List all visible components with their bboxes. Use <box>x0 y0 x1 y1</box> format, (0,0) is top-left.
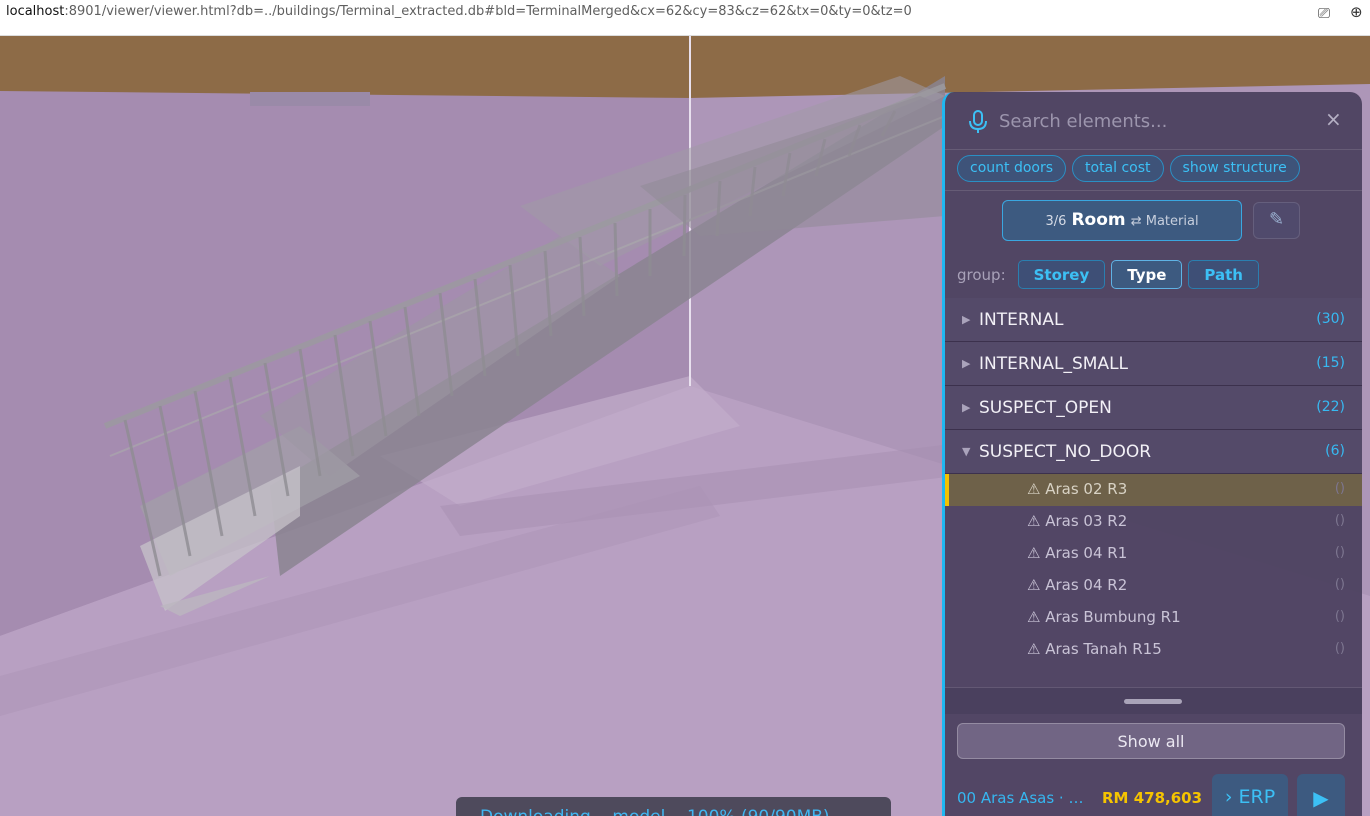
cast-icon[interactable]: ⎚ <box>1318 4 1330 22</box>
item-count: () <box>1334 481 1345 496</box>
microphone-icon[interactable] <box>967 110 989 134</box>
tree-item[interactable]: ⚠ Aras Tanah R15 () <box>945 634 1362 666</box>
mode-alternate: ⇄ Material <box>1130 214 1199 229</box>
item-count: () <box>1334 609 1345 624</box>
item-label: ⚠ Aras Bumbung R1 <box>1027 608 1181 626</box>
search-input[interactable] <box>999 106 1299 136</box>
tree-item[interactable]: ⚠ Aras 04 R2 () <box>945 570 1362 602</box>
item-count: () <box>1334 577 1345 592</box>
tree-item[interactable]: ⚠ Aras 04 R1 () <box>945 538 1362 570</box>
mode-counter: 3/6 <box>1045 214 1067 229</box>
mode-toggle-button[interactable]: 3/6 Room ⇄ Material <box>1002 200 1242 241</box>
expand-arrow-icon: ▶ <box>962 313 971 326</box>
resize-handle[interactable] <box>1124 699 1182 704</box>
group-count: (22) <box>1316 399 1345 415</box>
element-tree: ▶ INTERNAL (30) ▶ INTERNAL_SMALL (15) ▶ … <box>945 298 1362 666</box>
url-path: :8901/viewer/viewer.html?db=../buildings… <box>64 4 912 19</box>
group-path-button[interactable]: Path <box>1188 260 1259 289</box>
group-name: INTERNAL_SMALL <box>979 354 1129 374</box>
chip-total-cost[interactable]: total cost <box>1072 155 1164 182</box>
show-all-button[interactable]: Show all <box>957 723 1345 759</box>
item-label: ⚠ Aras 04 R1 <box>1027 544 1128 562</box>
group-count: (15) <box>1316 355 1345 371</box>
play-icon[interactable]: ▶ <box>1297 774 1345 816</box>
item-label: ⚠ Aras 03 R2 <box>1027 512 1128 530</box>
quick-query-chips: count doors total cost show structure <box>957 155 1300 182</box>
item-label: ⚠ Aras Tanah R15 <box>1027 640 1162 658</box>
tree-item[interactable]: ⚠ Aras Bumbung R1 () <box>945 602 1362 634</box>
item-count: () <box>1334 513 1345 528</box>
browser-address-bar[interactable]: localhost:8901/viewer/viewer.html?db=../… <box>0 0 1370 36</box>
loading-status-toast: Downloading... model... 100% (90/90MB) <box>456 797 891 816</box>
tree-group-suspect-no-door[interactable]: ▼ SUSPECT_NO_DOOR (6) <box>945 430 1362 474</box>
item-label: ⚠ Aras 02 R3 <box>1027 480 1128 498</box>
mode-current: Room <box>1071 210 1126 230</box>
group-storey-button[interactable]: Storey <box>1017 260 1106 289</box>
erp-button[interactable]: › ERP <box>1212 774 1288 816</box>
chip-show-structure[interactable]: show structure <box>1169 155 1300 182</box>
expand-arrow-icon: ▶ <box>962 401 971 414</box>
current-storey-link[interactable]: 00 Aras Asas · … <box>957 789 1083 807</box>
group-name: SUSPECT_OPEN <box>979 398 1112 418</box>
group-label: group: <box>957 265 1006 284</box>
group-count: (6) <box>1325 443 1345 459</box>
tree-group-internal[interactable]: ▶ INTERNAL (30) <box>945 298 1362 342</box>
total-cost-value: RM 478,603 <box>1102 789 1203 807</box>
item-count: () <box>1334 641 1345 656</box>
collapse-arrow-icon: ▼ <box>962 445 971 458</box>
pencil-icon[interactable]: ✎ <box>1253 202 1300 239</box>
zoom-icon[interactable]: ⊕ <box>1350 3 1363 21</box>
group-name: INTERNAL <box>979 310 1064 330</box>
search-row: × <box>945 92 1362 150</box>
url-host: localhost <box>6 4 65 19</box>
group-count: (30) <box>1316 311 1345 327</box>
tree-item-selected[interactable]: ⚠ Aras 02 R3 () <box>945 474 1362 506</box>
expand-arrow-icon: ▶ <box>962 357 971 370</box>
item-label: ⚠ Aras 04 R2 <box>1027 576 1128 594</box>
divider <box>945 190 1362 191</box>
url-text[interactable]: localhost:8901/viewer/viewer.html?db=../… <box>6 4 912 19</box>
close-icon[interactable]: × <box>1325 107 1342 131</box>
chip-count-doors[interactable]: count doors <box>957 155 1067 182</box>
element-search-panel: × count doors total cost show structure … <box>942 92 1362 816</box>
tree-item[interactable]: ⚠ Aras 03 R2 () <box>945 506 1362 538</box>
tree-group-suspect-open[interactable]: ▶ SUSPECT_OPEN (22) <box>945 386 1362 430</box>
group-type-button[interactable]: Type <box>1111 260 1183 289</box>
tree-group-internal-small[interactable]: ▶ INTERNAL_SMALL (15) <box>945 342 1362 386</box>
item-count: () <box>1334 545 1345 560</box>
group-by-row: group: Storey Type Path <box>957 260 1259 289</box>
panel-footer: 00 Aras Asas · … RM 478,603 › ERP ▶ <box>945 772 1362 816</box>
group-name: SUSPECT_NO_DOOR <box>979 442 1152 462</box>
